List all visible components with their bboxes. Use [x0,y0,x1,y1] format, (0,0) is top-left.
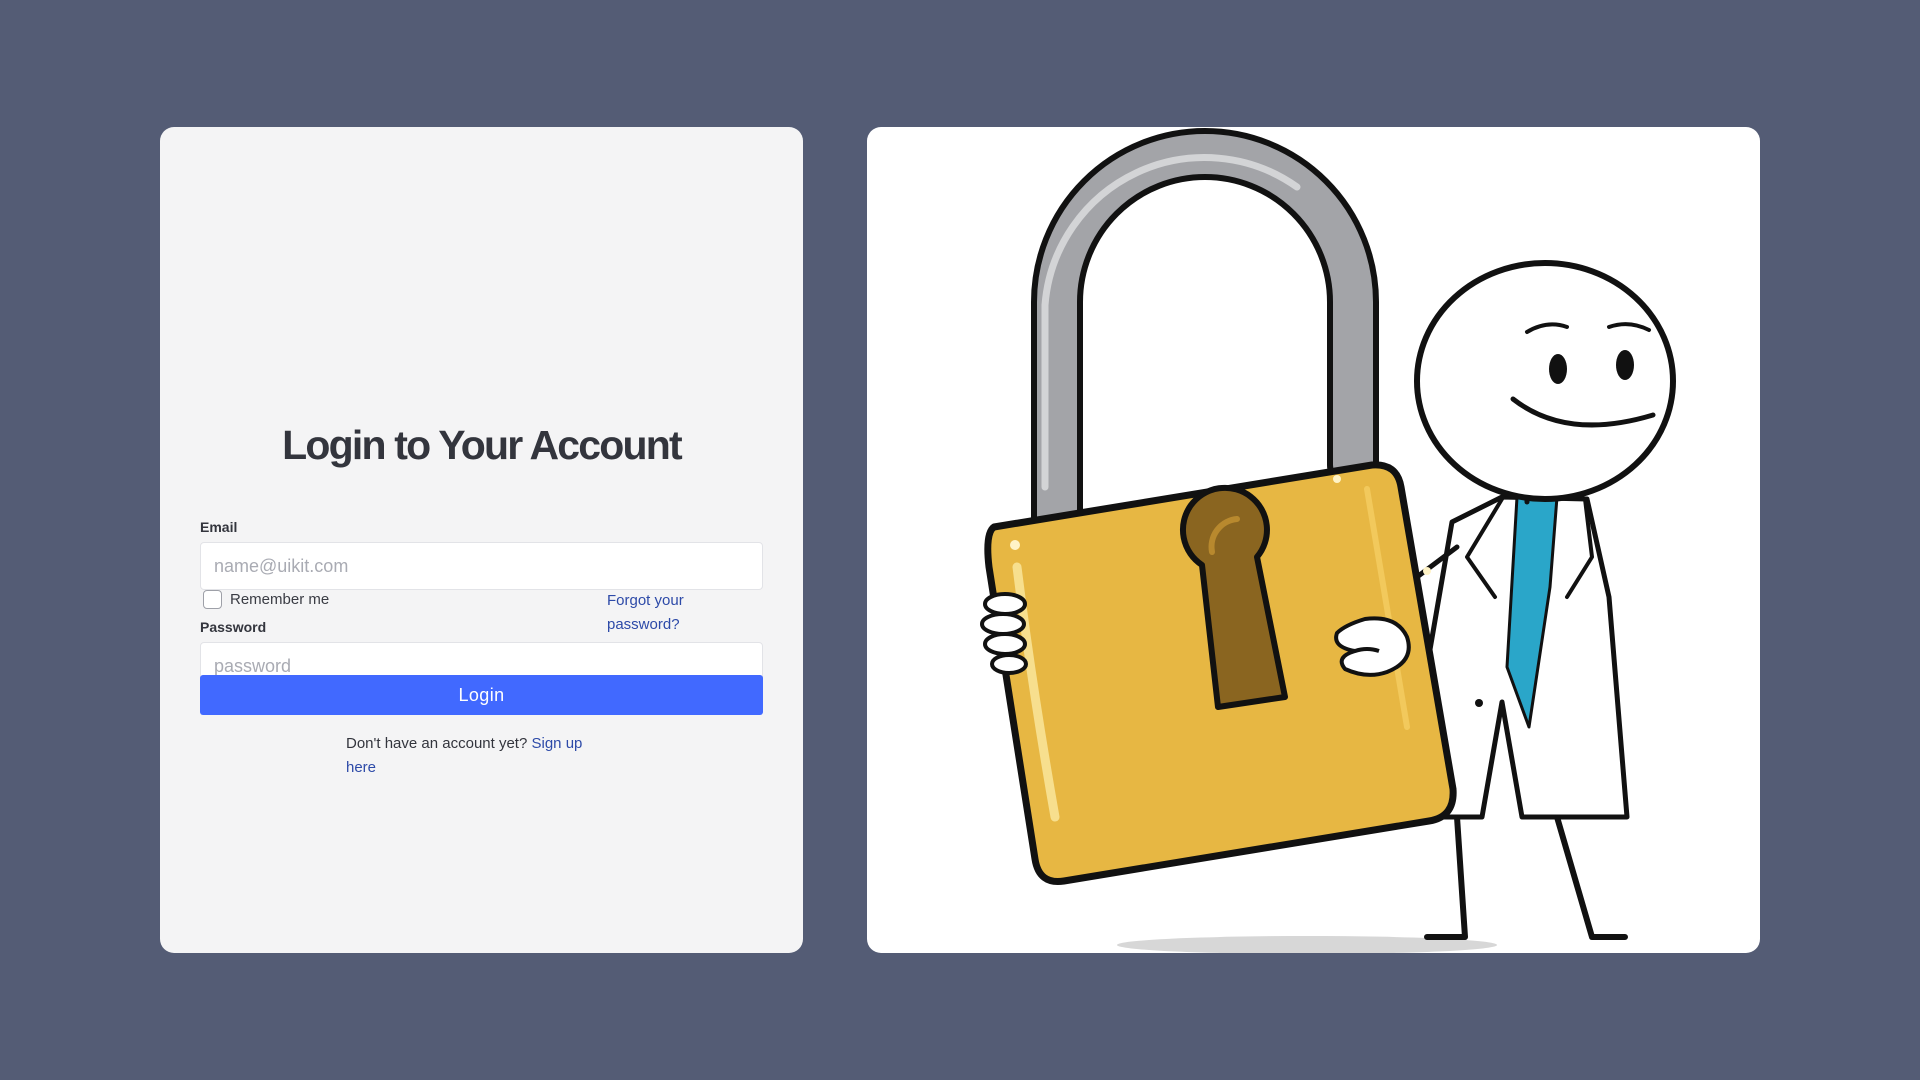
page-title: Login to Your Account [282,422,683,468]
signup-prompt-text: Don't have an account yet? [346,735,528,752]
remember-me-label: Remember me [230,591,330,608]
remember-me-checkbox[interactable] [203,590,222,609]
eye-left [1549,354,1567,384]
right-hand [1334,616,1411,677]
shackle [1031,128,1379,553]
head [1414,260,1676,502]
forgot-password-link[interactable]: Forgot your password? [607,589,722,637]
login-card: Login to Your Account Email Password Rem… [160,127,803,953]
lock-illustration [980,128,1676,953]
eye-right [1616,350,1634,380]
password-label: Password [200,619,267,635]
signup-prompt: Don't have an account yet? Sign up here [346,732,606,780]
login-button[interactable]: Login [200,675,763,715]
illustration-card [867,127,1760,953]
email-field[interactable] [200,542,763,590]
email-label: Email [200,519,238,535]
